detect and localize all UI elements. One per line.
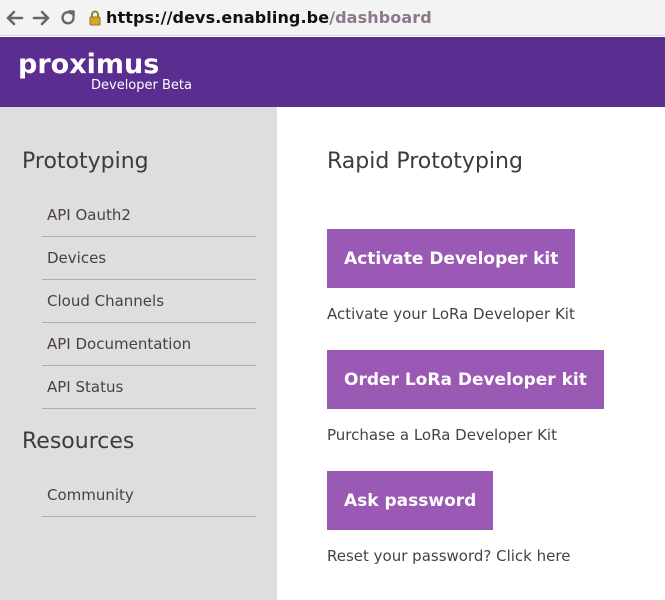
order-lora-developer-kit-button[interactable]: Order LoRa Developer kit bbox=[327, 350, 604, 409]
main-content: Rapid Prototyping Activate Developer kit… bbox=[277, 107, 665, 600]
back-arrow-icon[interactable] bbox=[3, 6, 27, 30]
sidebar-heading-resources: Resources bbox=[22, 429, 135, 454]
activate-developer-kit-button[interactable]: Activate Developer kit bbox=[327, 229, 576, 288]
sidebar-item-api-documentation[interactable]: API Documentation bbox=[42, 323, 256, 366]
sidebar-list-resources: Community bbox=[42, 474, 256, 517]
order-kit-description: Purchase a LoRa Developer Kit bbox=[327, 426, 557, 444]
sidebar-list-prototyping: API Oauth2 Devices Cloud Channels API Do… bbox=[42, 194, 256, 409]
url-text: https://devs.enabling.be/dashboard bbox=[106, 8, 432, 27]
reload-icon[interactable] bbox=[56, 6, 80, 30]
forward-arrow-icon[interactable] bbox=[29, 6, 53, 30]
sidebar-item-devices[interactable]: Devices bbox=[42, 237, 256, 280]
sidebar-item-cloud-channels[interactable]: Cloud Channels bbox=[42, 280, 256, 323]
url-host: https://devs.enabling.be bbox=[106, 8, 330, 27]
sidebar: Prototyping API Oauth2 Devices Cloud Cha… bbox=[0, 107, 277, 600]
header-tagline: Developer Beta bbox=[91, 78, 192, 93]
reset-password-link[interactable]: Click here bbox=[496, 547, 570, 565]
url-path: /dashboard bbox=[329, 8, 432, 27]
sidebar-item-api-status[interactable]: API Status bbox=[42, 366, 256, 409]
lock-icon bbox=[86, 8, 104, 28]
browser-toolbar: https://devs.enabling.be/dashboard bbox=[0, 0, 665, 36]
activate-kit-description: Activate your LoRa Developer Kit bbox=[327, 305, 575, 323]
reset-password-description: Reset your password? Click here bbox=[327, 546, 570, 566]
page-title: Rapid Prototyping bbox=[327, 149, 523, 174]
site-header: proximus Developer Beta bbox=[0, 37, 665, 107]
address-bar[interactable]: https://devs.enabling.be/dashboard bbox=[86, 6, 432, 30]
sidebar-item-api-oauth2[interactable]: API Oauth2 bbox=[42, 194, 256, 237]
reset-password-text: Reset your password? bbox=[327, 547, 492, 565]
ask-password-button[interactable]: Ask password bbox=[327, 471, 494, 530]
sidebar-item-community[interactable]: Community bbox=[42, 474, 256, 517]
sidebar-heading-prototyping: Prototyping bbox=[22, 149, 149, 174]
